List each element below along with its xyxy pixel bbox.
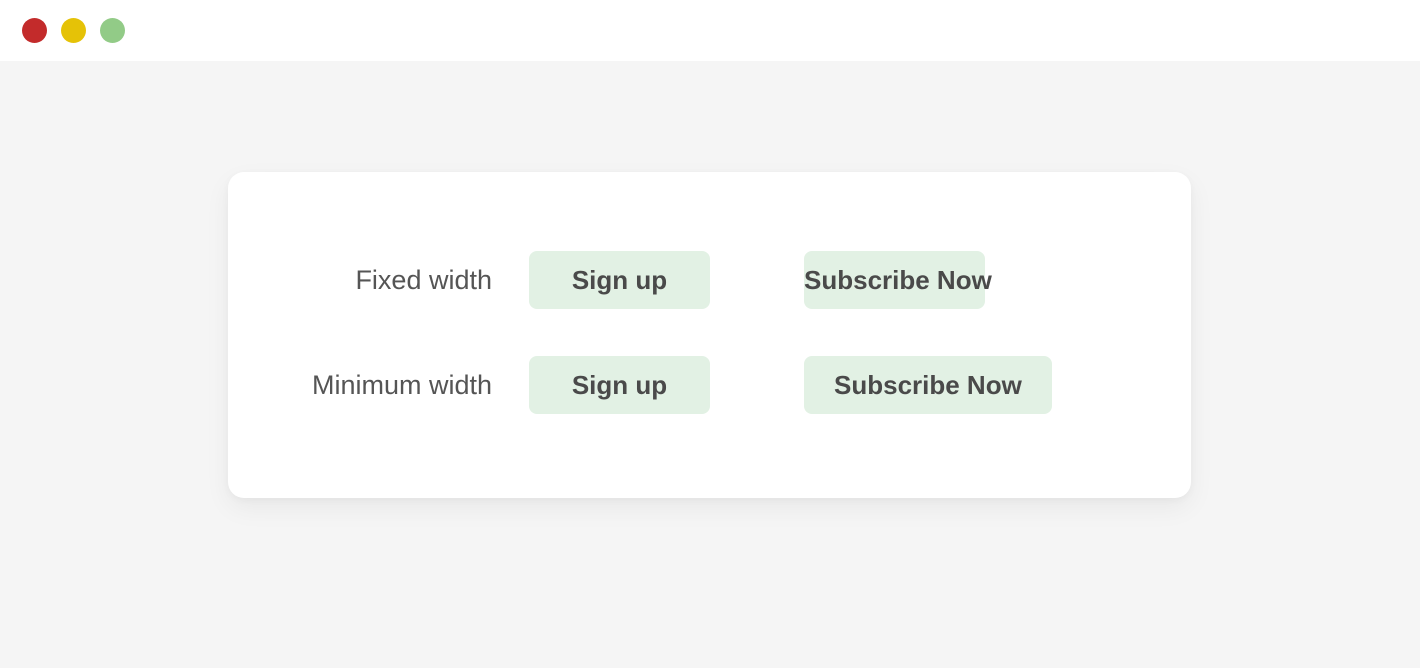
sign-up-button-fixed-label: Sign up — [571, 265, 668, 295]
button-slot-minimum-2: Subscribe Now — [804, 356, 1052, 414]
traffic-light-group — [22, 18, 125, 43]
page-canvas: Fixed width Sign up Subscribe Now Minimu… — [0, 61, 1420, 668]
subscribe-now-button-minimum[interactable]: Subscribe Now — [804, 356, 1052, 414]
row-label-minimum-width: Minimum width — [311, 370, 492, 400]
minimize-window-icon[interactable] — [61, 18, 86, 43]
demo-card: Fixed width Sign up Subscribe Now Minimu… — [228, 172, 1191, 498]
demo-row-list: Fixed width Sign up Subscribe Now Minimu… — [228, 172, 1191, 498]
button-slot-fixed-1: Sign up — [529, 251, 710, 309]
sign-up-button-minimum[interactable]: Sign up — [529, 356, 710, 414]
window-titlebar — [0, 0, 1420, 61]
subscribe-now-button-minimum-label: Subscribe Now — [834, 370, 1022, 400]
row-label-fixed-width: Fixed width — [355, 265, 492, 295]
demo-row-fixed-width: Fixed width Sign up Subscribe Now — [228, 251, 1191, 309]
subscribe-now-button-fixed-label: Subscribe Now — [804, 265, 992, 295]
close-window-icon[interactable] — [22, 18, 47, 43]
maximize-window-icon[interactable] — [100, 18, 125, 43]
demo-row-minimum-width: Minimum width Sign up Subscribe Now — [228, 356, 1191, 414]
button-slot-minimum-1: Sign up — [529, 356, 710, 414]
subscribe-now-button-fixed[interactable]: Subscribe Now — [804, 251, 992, 309]
button-slot-fixed-2: Subscribe Now — [804, 251, 992, 309]
sign-up-button-fixed[interactable]: Sign up — [529, 251, 710, 309]
sign-up-button-minimum-label: Sign up — [571, 370, 668, 400]
